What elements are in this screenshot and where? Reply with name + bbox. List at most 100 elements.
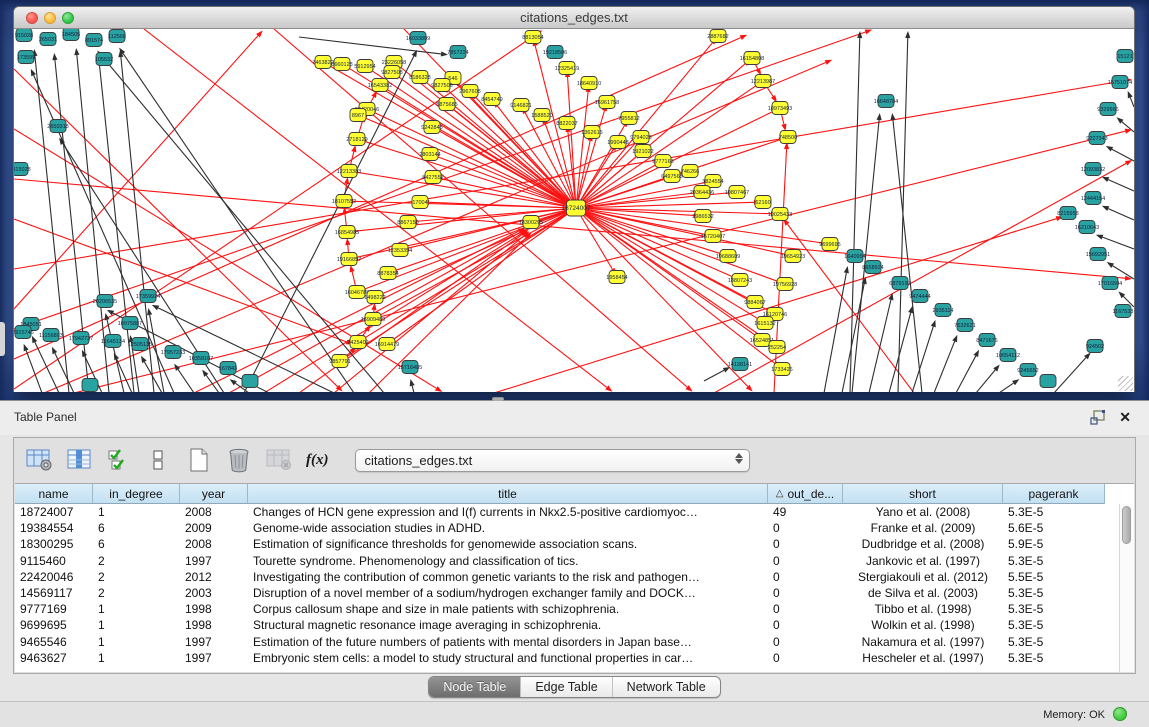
cell-short: de Silva et al. (2003) (843, 586, 1003, 600)
graph-node[interactable] (82, 379, 98, 392)
graph-edge-arrowhead (344, 177, 349, 184)
table-row[interactable]: 969969511998Structural magnetic resonanc… (15, 617, 1134, 633)
table-row[interactable]: 946554611997Estimation of the future num… (15, 634, 1134, 650)
function-builder-icon[interactable]: f(x) (304, 452, 331, 469)
graph-node-label: 8658924 (862, 265, 883, 271)
table-settings-icon[interactable] (24, 446, 54, 474)
table-row[interactable]: 1938455462009Genome-wide association stu… (15, 520, 1134, 536)
cell-name: 18724007 (15, 505, 93, 519)
graph-node-label: 17957233 (161, 350, 185, 356)
column-header-name[interactable]: name (15, 484, 93, 504)
graph-node-label: 2935114 (932, 308, 953, 314)
table-row[interactable]: 946362711997Embryonic stem cells: a mode… (15, 650, 1134, 666)
column-header-short[interactable]: short (843, 484, 1003, 504)
column-header-pagerank[interactable]: pagerank (1003, 484, 1105, 504)
table-panel-header: Table Panel ✕ (0, 401, 1149, 435)
graph-node-label: 1815028 (14, 167, 31, 173)
graph-node-label: 12213383 (337, 169, 361, 175)
show-hide-columns-icon[interactable] (64, 446, 94, 474)
select-all-columns-icon[interactable] (104, 446, 134, 474)
graph-node-label: 1615132 (754, 321, 775, 327)
table-row[interactable]: 1872400712008Changes of HCN gene express… (15, 504, 1134, 520)
table-body: 1872400712008Changes of HCN gene express… (15, 504, 1134, 666)
graph-node-label: 5875685 (436, 102, 457, 108)
graph-node-label: 12093832 (1081, 167, 1105, 173)
graph-edge (956, 356, 976, 392)
column-header-in_degree[interactable]: in_degree (93, 484, 180, 504)
cell-in_degree: 2 (93, 554, 180, 568)
tab-network-table[interactable]: Network Table (612, 677, 720, 697)
table-select-dropdown[interactable]: citations_edges.txt (355, 449, 750, 472)
close-panel-icon[interactable]: ✕ (1119, 409, 1131, 425)
network-window-titlebar[interactable]: citations_edges.txt (14, 7, 1134, 29)
graph-node-label: 16914479 (375, 342, 399, 348)
graph-node-label: 1640954 (844, 254, 865, 260)
column-header-out_de[interactable]: △out_de... (768, 484, 843, 504)
graph-edge (264, 234, 521, 392)
graph-edge (412, 386, 414, 392)
graph-edge (178, 369, 194, 392)
sort-ascending-icon: △ (776, 488, 784, 499)
vertical-scrollbar[interactable] (1119, 504, 1134, 672)
graph-node[interactable] (242, 375, 258, 388)
cell-out_de: 0 (768, 554, 843, 568)
graph-node-label: 10025433 (768, 212, 792, 218)
cell-short: Stergiakouli et al. (2012) (843, 570, 1003, 584)
graph-edge (1130, 97, 1134, 107)
graph-edge (1112, 149, 1134, 161)
graph-node-label: 2986532 (692, 214, 713, 220)
graph-edge (1108, 209, 1134, 220)
cell-title: Structural magnetic resonance image aver… (248, 618, 768, 632)
collapsed-panel-handle[interactable] (0, 322, 5, 356)
column-header-title[interactable]: title (248, 484, 768, 504)
cell-pagerank: 5.3E-5 (1003, 602, 1105, 616)
tab-node-table[interactable]: Node Table (429, 677, 520, 697)
cell-in_degree: 1 (93, 635, 180, 649)
graph-edge-arrowhead (152, 305, 159, 310)
cell-pagerank: 5.3E-5 (1003, 651, 1105, 665)
graph-edge (934, 341, 955, 392)
window-resize-grip[interactable] (1118, 376, 1133, 391)
graph-node[interactable] (1040, 375, 1056, 388)
graph-edge-arrowhead (230, 379, 237, 385)
graph-node-label: 9777163 (652, 159, 673, 165)
graph-edge-arrowhead (350, 265, 355, 272)
graph-node-label: 16648784 (874, 99, 898, 105)
graph-edge-arrowhead (147, 308, 152, 315)
graph-edge-arrowhead (345, 238, 350, 245)
graph-node-label: 12213987 (751, 79, 775, 85)
cell-year: 2003 (180, 586, 248, 600)
create-new-table-icon[interactable] (184, 446, 214, 474)
graph-edge-arrowhead (24, 344, 29, 351)
cell-in_degree: 1 (93, 505, 180, 519)
graph-edge-arrowhead (865, 30, 872, 35)
float-panel-icon[interactable] (1090, 410, 1107, 425)
network-canvas[interactable]: 1872400718300295746382286601285912954232… (14, 29, 1134, 392)
graph-edge (976, 370, 995, 392)
unselect-all-columns-icon[interactable] (144, 446, 174, 474)
graph-node-label: 12353354 (388, 248, 412, 254)
table-row[interactable]: 1830029562008Estimation of significance … (15, 536, 1134, 552)
cell-out_de: 49 (768, 505, 843, 519)
graph-node-label: 8471676 (976, 338, 997, 344)
graph-node-label: 9884067 (744, 300, 765, 306)
graph-edge-arrowhead (825, 60, 832, 65)
graph-node-label: 18300295 (519, 220, 543, 226)
table-row[interactable]: 1456911722003Disruption of a novel membe… (15, 585, 1134, 601)
scrollbar-thumb[interactable] (1122, 506, 1131, 544)
graph-edge (824, 273, 846, 392)
table-row[interactable]: 977716911998Corpus callosum shape and si… (15, 601, 1134, 617)
table-panel-body: f(x) citations_edges.txt namein_degreeye… (13, 437, 1136, 674)
graph-edge-arrowhead (1012, 379, 1019, 385)
graph-node-label: 7425402 (347, 340, 368, 346)
table-row[interactable]: 2242004622012Investigating the contribut… (15, 569, 1134, 585)
table-panel-title: Table Panel (14, 410, 77, 424)
graph-node-label: 10973493 (768, 106, 792, 112)
delete-table-icon[interactable] (224, 446, 254, 474)
graph-node-label: 19166857 (337, 257, 361, 263)
table-row[interactable]: 911546021997Tourette syndrome. Phenomeno… (15, 553, 1134, 569)
column-header-year[interactable]: year (180, 484, 248, 504)
tab-edge-table[interactable]: Edge Table (520, 677, 611, 697)
network-window[interactable]: citations_edges.txt 18724007183002957463… (13, 6, 1135, 392)
graph-node-label: 15720407 (701, 234, 725, 240)
